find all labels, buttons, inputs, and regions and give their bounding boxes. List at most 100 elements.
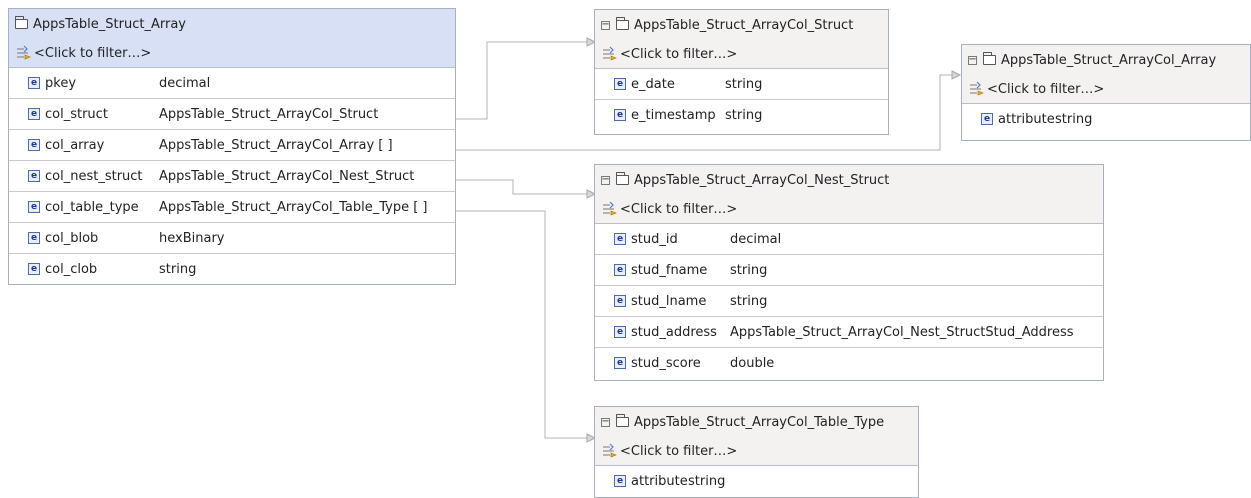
- filter-row[interactable]: <Click to filter…>: [595, 40, 888, 69]
- box-title: AppsTable_Struct_ArrayCol_Nest_Struct: [634, 172, 890, 188]
- element-icon: e: [614, 109, 626, 121]
- arrowhead-col-array: [951, 70, 962, 80]
- filter-row[interactable]: <Click to filter…>: [9, 39, 455, 68]
- filter-input[interactable]: <Click to filter…>: [620, 47, 737, 62]
- field-name: attribute: [631, 473, 688, 489]
- box-title: AppsTable_Struct_Array: [33, 16, 186, 32]
- type-box-arraycol-struct[interactable]: − AppsTable_Struct_ArrayCol_Struct <Clic…: [594, 9, 889, 135]
- field-row[interactable]: e stud_lname string: [595, 285, 1103, 316]
- element-icon: e: [28, 201, 40, 213]
- type-box-arraycol-table-type[interactable]: − AppsTable_Struct_ArrayCol_Table_Type <…: [594, 406, 919, 498]
- field-row[interactable]: e col_table_type AppsTable_Struct_ArrayC…: [9, 191, 455, 222]
- box-header[interactable]: − AppsTable_Struct_ArrayCol_Nest_Struct: [595, 165, 1103, 195]
- field-type: decimal: [159, 75, 211, 91]
- element-icon: e: [28, 263, 40, 275]
- field-name: col_clob: [45, 261, 98, 277]
- element-icon: e: [28, 139, 40, 151]
- element-icon: e: [614, 475, 626, 487]
- filter-row[interactable]: <Click to filter…>: [962, 75, 1250, 104]
- field-name: col_nest_struct: [45, 168, 143, 184]
- connector-col-table-type: [447, 210, 587, 439]
- field-name: col_struct: [45, 106, 108, 122]
- field-row[interactable]: e pkey decimal: [9, 68, 455, 98]
- business-object-icon: [616, 414, 629, 427]
- field-type: string: [725, 76, 763, 92]
- filter-input[interactable]: <Click to filter…>: [620, 202, 737, 217]
- type-box-arraycol-array[interactable]: − AppsTable_Struct_ArrayCol_Array <Click…: [961, 44, 1251, 141]
- field-name: pkey: [45, 75, 77, 91]
- field-name: stud_fname: [631, 262, 708, 278]
- element-icon: e: [614, 264, 626, 276]
- field-type: double: [730, 355, 775, 371]
- element-icon: e: [28, 77, 40, 89]
- element-icon: e: [981, 113, 993, 125]
- collapse-icon[interactable]: −: [601, 175, 610, 185]
- collapse-icon[interactable]: −: [601, 20, 610, 30]
- business-object-icon: [15, 16, 28, 29]
- field-row[interactable]: e e_timestamp string: [595, 99, 888, 130]
- box-header[interactable]: − AppsTable_Struct_ArrayCol_Struct: [595, 10, 888, 40]
- filter-input[interactable]: <Click to filter…>: [987, 82, 1104, 97]
- connector-col-struct: [447, 41, 587, 120]
- field-row[interactable]: e attribute string: [595, 466, 918, 496]
- diagram-canvas: AppsTable_Struct_Array <Click to filter……: [0, 0, 1251, 498]
- field-row[interactable]: e attribute string: [962, 104, 1250, 134]
- field-type: hexBinary: [159, 230, 225, 246]
- field-row[interactable]: e col_clob string: [9, 253, 455, 284]
- field-type: string: [730, 293, 768, 309]
- field-type: string: [688, 473, 726, 489]
- filter-icon: [603, 201, 617, 216]
- box-title: AppsTable_Struct_ArrayCol_Struct: [634, 17, 854, 33]
- filter-input[interactable]: <Click to filter…>: [34, 46, 151, 61]
- field-type: string: [159, 261, 197, 277]
- element-icon: e: [614, 295, 626, 307]
- field-name: stud_id: [631, 231, 678, 247]
- element-icon: e: [28, 170, 40, 182]
- filter-input[interactable]: <Click to filter…>: [620, 444, 737, 459]
- field-row[interactable]: e stud_fname string: [595, 254, 1103, 285]
- box-header[interactable]: − AppsTable_Struct_ArrayCol_Table_Type: [595, 407, 918, 437]
- filter-row[interactable]: <Click to filter…>: [595, 437, 918, 466]
- filter-icon: [17, 45, 31, 60]
- field-row[interactable]: e stud_address AppsTable_Struct_ArrayCol…: [595, 316, 1103, 347]
- type-box-struct-array[interactable]: AppsTable_Struct_Array <Click to filter……: [8, 8, 456, 285]
- type-box-arraycol-nest-struct[interactable]: − AppsTable_Struct_ArrayCol_Nest_Struct …: [594, 164, 1104, 381]
- box-header[interactable]: − AppsTable_Struct_ArrayCol_Array: [962, 45, 1250, 75]
- business-object-icon: [616, 17, 629, 30]
- field-row[interactable]: e col_struct AppsTable_Struct_ArrayCol_S…: [9, 98, 455, 129]
- filter-row[interactable]: <Click to filter…>: [595, 195, 1103, 224]
- collapse-icon[interactable]: −: [968, 55, 977, 65]
- filter-icon: [603, 46, 617, 61]
- business-object-icon: [616, 172, 629, 185]
- filter-icon: [603, 443, 617, 458]
- box-title: AppsTable_Struct_ArrayCol_Array: [1001, 52, 1217, 68]
- field-type: AppsTable_Struct_ArrayCol_Struct: [159, 106, 379, 122]
- field-type: AppsTable_Struct_ArrayCol_Array [ ]: [159, 137, 393, 153]
- field-type: string: [1055, 111, 1093, 127]
- box-title: AppsTable_Struct_ArrayCol_Table_Type: [634, 414, 885, 430]
- field-row[interactable]: e stud_score double: [595, 347, 1103, 378]
- field-row[interactable]: e col_array AppsTable_Struct_ArrayCol_Ar…: [9, 129, 455, 160]
- field-name: stud_address: [631, 324, 717, 340]
- connector-col-nest-struct: [447, 179, 587, 195]
- field-row[interactable]: e e_date string: [595, 69, 888, 99]
- box-header[interactable]: AppsTable_Struct_Array: [9, 9, 455, 39]
- field-type: AppsTable_Struct_ArrayCol_Nest_Struct: [159, 168, 415, 184]
- field-type: string: [730, 262, 768, 278]
- field-name: stud_score: [631, 355, 701, 371]
- field-row[interactable]: e col_nest_struct AppsTable_Struct_Array…: [9, 160, 455, 191]
- field-row[interactable]: e stud_id decimal: [595, 224, 1103, 254]
- collapse-icon[interactable]: −: [601, 417, 610, 427]
- element-icon: e: [28, 232, 40, 244]
- filter-icon: [970, 81, 984, 96]
- element-icon: e: [614, 357, 626, 369]
- field-type: AppsTable_Struct_ArrayCol_Table_Type [ ]: [159, 199, 428, 215]
- element-icon: e: [28, 108, 40, 120]
- field-name: col_array: [45, 137, 105, 153]
- field-type: AppsTable_Struct_ArrayCol_Nest_StructStu…: [730, 324, 1074, 340]
- field-name: stud_lname: [631, 293, 707, 309]
- field-name: attribute: [998, 111, 1055, 127]
- field-row[interactable]: e col_blob hexBinary: [9, 222, 455, 253]
- field-name: col_table_type: [45, 199, 139, 215]
- element-icon: e: [614, 326, 626, 338]
